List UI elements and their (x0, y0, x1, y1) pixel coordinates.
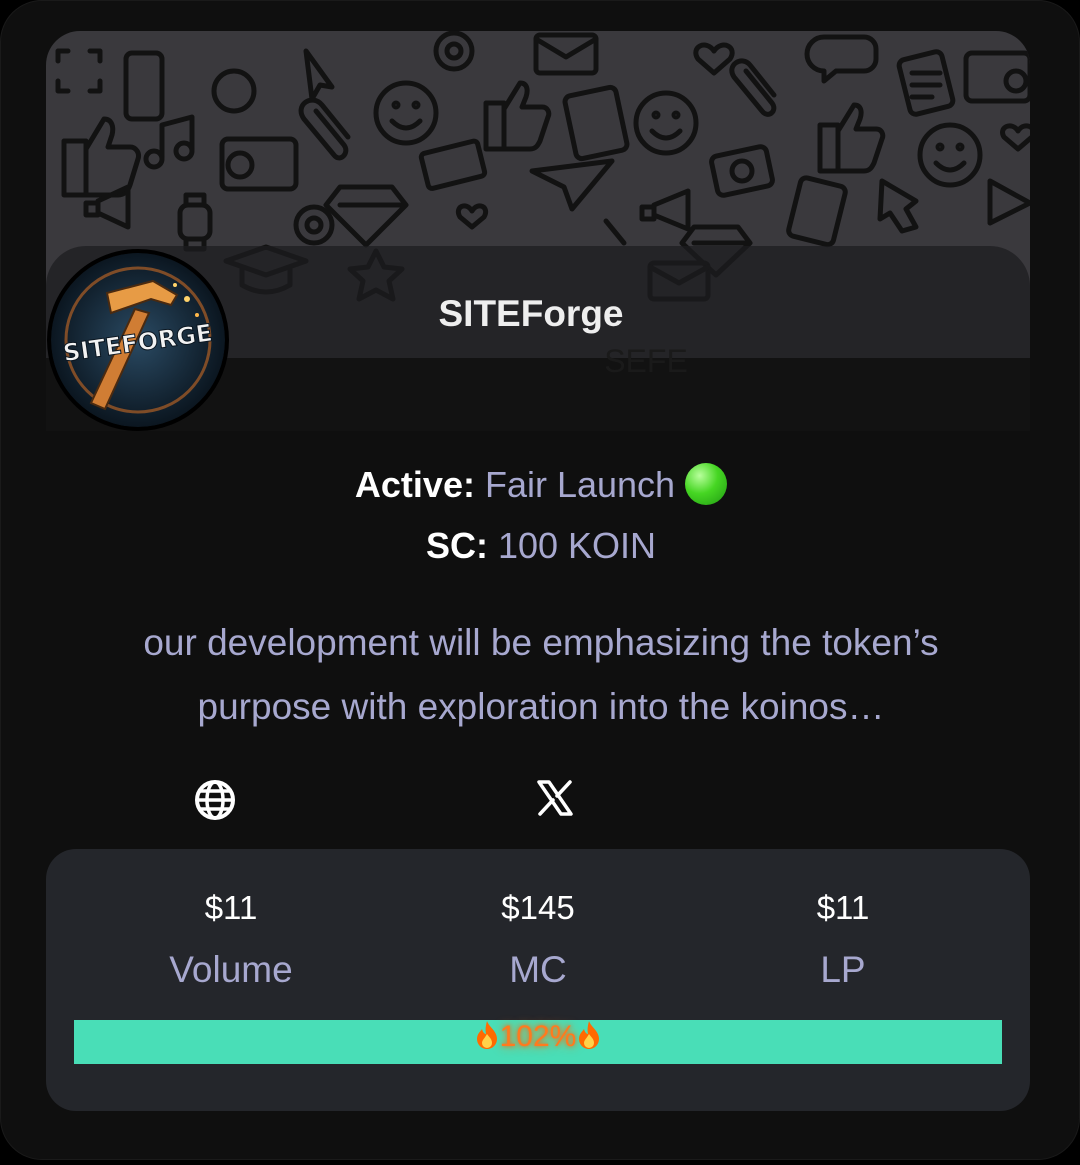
status-label: Active: (354, 464, 475, 505)
status-line: Active: Fair Launch (1, 463, 1079, 506)
mc-value: $145 (501, 889, 575, 926)
token-description: our development will be emphasizing the … (143, 622, 939, 727)
globe-icon[interactable] (194, 779, 236, 821)
mc-label: MC (509, 949, 567, 990)
lp-label: LP (820, 949, 866, 990)
progress-label-wrap: 102% (74, 1020, 1002, 1064)
x-icon[interactable] (536, 779, 574, 817)
token-name: SITEForge (438, 293, 624, 334)
soft-cap-line: SC: 100 KOIN (1, 525, 1079, 567)
stat-mc: $145 MC (418, 889, 658, 991)
stats-panel: $11 Volume $145 MC $11 LP 102% (46, 849, 1030, 1111)
stat-lp: $11 LP (723, 889, 963, 991)
volume-value: $11 (204, 889, 258, 926)
siteforge-logo-image: SITEFORGE (51, 253, 225, 427)
token-card[interactable]: SITEFORGE SITEForge SEFE Active: Fair La… (0, 0, 1080, 1160)
soft-cap-value: 100 KOIN (497, 525, 657, 566)
progress-percent: 102% (499, 1020, 577, 1053)
stat-volume: $11 Volume (111, 889, 351, 991)
fire-icon (476, 1021, 497, 1049)
token-symbol: SEFE (604, 343, 688, 379)
progress-bar: 102% (74, 1020, 1002, 1064)
volume-label: Volume (169, 949, 293, 990)
status-indicator-icon (685, 463, 728, 505)
lp-value: $11 (816, 889, 870, 926)
status-value: Fair Launch (484, 464, 676, 505)
token-logo: SITEFORGE (47, 249, 229, 431)
fire-icon (579, 1021, 600, 1049)
soft-cap-label: SC: (425, 525, 488, 566)
